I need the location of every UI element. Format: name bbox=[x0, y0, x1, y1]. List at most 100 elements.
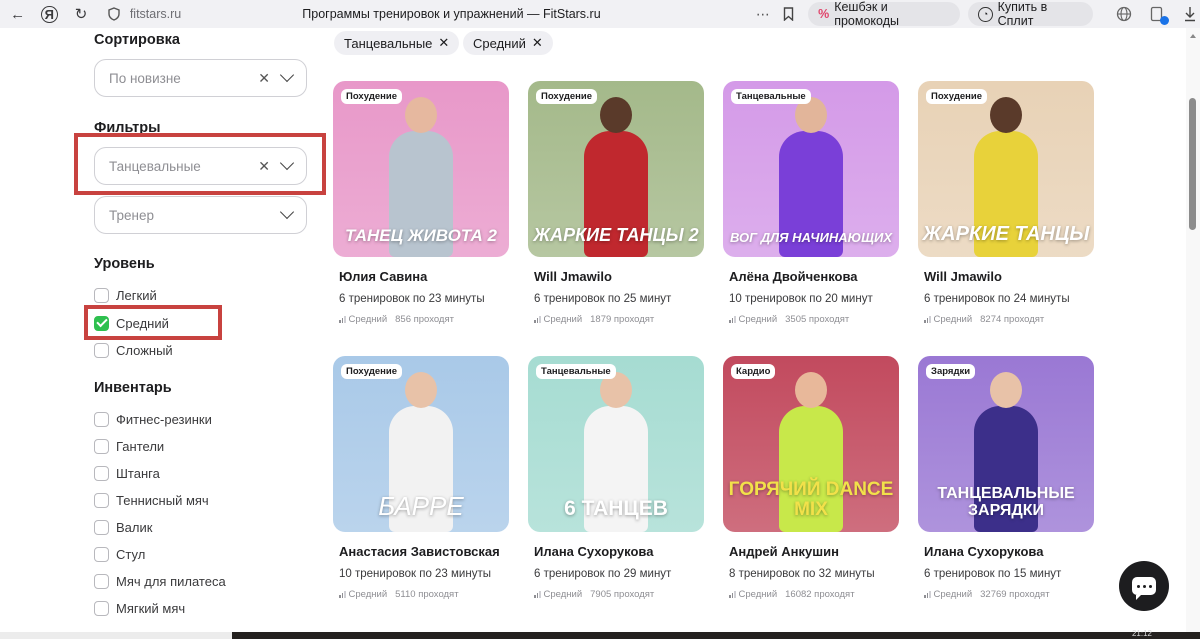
checkbox-icon[interactable] bbox=[94, 573, 109, 589]
trainer-name[interactable]: Илана Сухорукова bbox=[534, 544, 653, 559]
checkbox-icon[interactable] bbox=[94, 519, 109, 535]
level-bars-icon bbox=[924, 591, 931, 598]
checkbox-icon[interactable] bbox=[94, 438, 109, 454]
program-cover[interactable]: Зарядки ТАНЦЕВАЛЬНЫЕ ЗАРЯДКИ bbox=[918, 356, 1094, 532]
level-meta: Средний 32769 проходят bbox=[924, 589, 1050, 600]
chip-label: Средний bbox=[473, 35, 526, 51]
program-cover[interactable]: Кардио ГОРЯЧИЙ DANCE MIX bbox=[723, 356, 899, 532]
shield-icon[interactable] bbox=[105, 4, 124, 24]
level-bars-icon bbox=[339, 316, 346, 323]
category-value: Танцевальные bbox=[109, 158, 201, 174]
trainer-name[interactable]: Алёна Двойченкова bbox=[729, 269, 858, 284]
inventory-checkbox[interactable]: Штанга bbox=[94, 463, 160, 483]
checkbox-icon[interactable] bbox=[94, 465, 109, 481]
checkbox-icon[interactable] bbox=[94, 342, 109, 358]
split-button[interactable]: ◔ Купить в Сплит bbox=[968, 0, 1093, 28]
more-dots-icon[interactable]: ⋯ bbox=[754, 4, 773, 24]
clear-sort-icon[interactable]: ✕ bbox=[258, 70, 270, 87]
trainer-select[interactable]: Тренер bbox=[94, 196, 307, 234]
trainer-head bbox=[405, 97, 437, 133]
sort-select[interactable]: По новизне ✕ bbox=[94, 59, 307, 97]
inventory-checkbox[interactable]: Мяч для пилатеса bbox=[94, 571, 226, 591]
level-meta: Средний 16082 проходят bbox=[729, 589, 855, 600]
inventory-label: Стул bbox=[116, 546, 146, 562]
checkbox-icon[interactable] bbox=[94, 411, 109, 427]
checkbox-icon[interactable] bbox=[94, 546, 109, 562]
level-text: Средний bbox=[543, 314, 583, 325]
chevron-down-icon[interactable] bbox=[279, 155, 295, 171]
scrollbar-thumb[interactable] bbox=[1189, 98, 1196, 230]
filter-chip-category[interactable]: Танцевальные ✕ bbox=[334, 31, 460, 55]
download-icon[interactable] bbox=[1181, 4, 1200, 24]
cover-title: ТАНЕЦ ЖИВОТА 2 bbox=[344, 226, 497, 246]
inventory-label: Валик bbox=[116, 519, 153, 535]
support-chat-button[interactable] bbox=[1119, 561, 1169, 611]
program-cover[interactable]: Танцевальные 6 ТАНЦЕВ bbox=[528, 356, 704, 532]
trainer-name[interactable]: Will Jmawilo bbox=[534, 269, 612, 284]
checkbox-icon[interactable] bbox=[94, 492, 109, 508]
back-arrow-icon[interactable]: ← bbox=[8, 4, 27, 24]
percent-icon: % bbox=[818, 7, 830, 21]
split-icon: ◔ bbox=[978, 6, 993, 22]
level-text: Средний bbox=[933, 314, 973, 325]
program-cover[interactable]: Танцевальные ВОГ ДЛЯ НАЧИНАЮЩИХ bbox=[723, 81, 899, 257]
category-tag: Кардио bbox=[731, 364, 776, 379]
globe-icon[interactable] bbox=[1115, 4, 1134, 24]
checkbox-icon[interactable] bbox=[94, 600, 109, 616]
cover-title: БАРРЕ bbox=[378, 490, 464, 521]
reload-icon[interactable]: ↻ bbox=[72, 4, 91, 24]
bookmark-icon[interactable] bbox=[779, 4, 798, 24]
inventory-checkbox[interactable]: Гантели bbox=[94, 436, 164, 456]
remove-chip-icon[interactable]: ✕ bbox=[438, 35, 449, 51]
checkbox-icon[interactable] bbox=[94, 287, 109, 303]
sessions-info: 6 тренировок по 15 минут bbox=[924, 568, 1062, 580]
level-checkbox-easy[interactable]: Легкий bbox=[94, 285, 157, 305]
category-select[interactable]: Танцевальные ✕ bbox=[94, 147, 307, 185]
level-bars-icon bbox=[729, 316, 736, 323]
trainer-name[interactable]: Юлия Савина bbox=[339, 269, 427, 284]
program-cover[interactable]: Похудение ТАНЕЦ ЖИВОТА 2 bbox=[333, 81, 509, 257]
cashback-label: Кешбэк и промокоды bbox=[834, 0, 899, 28]
trainer-name[interactable]: Анастасия Завистовская bbox=[339, 544, 500, 559]
checkbox-checked-icon[interactable] bbox=[94, 315, 109, 331]
level-checkbox-hard[interactable]: Сложный bbox=[94, 340, 173, 360]
level-meta: Средний 8274 проходят bbox=[924, 314, 1044, 325]
chip-label: Танцевальные bbox=[344, 35, 433, 51]
inventory-checkbox[interactable]: Стул bbox=[94, 544, 145, 564]
cover-title: ЖАРКИЕ ТАНЦЫ bbox=[922, 223, 1090, 245]
clear-category-icon[interactable]: ✕ bbox=[258, 158, 270, 175]
inventory-checkbox[interactable]: Фитнес-резинки bbox=[94, 409, 212, 429]
taskbar-search-area[interactable] bbox=[0, 632, 232, 639]
chevron-down-icon[interactable] bbox=[279, 204, 295, 220]
level-checkbox-medium[interactable]: Средний bbox=[94, 313, 169, 333]
inventory-checkbox[interactable]: Мягкий мяч bbox=[94, 598, 185, 618]
program-cover[interactable]: Похудение БАРРЕ bbox=[333, 356, 509, 532]
scroll-up-arrow-icon[interactable] bbox=[1190, 34, 1196, 38]
program-cover[interactable]: Похудение ЖАРКИЕ ТАНЦЫ bbox=[918, 81, 1094, 257]
category-tag: Похудение bbox=[341, 364, 403, 379]
cover-title: ЖАРКИЕ ТАНЦЫ 2 bbox=[533, 225, 699, 246]
inventory-heading: Инвентарь bbox=[94, 380, 172, 396]
address-domain[interactable]: fitstars.ru bbox=[130, 7, 235, 21]
yandex-logo-icon[interactable]: Я bbox=[41, 5, 58, 23]
inventory-label: Гантели bbox=[116, 438, 165, 454]
inventory-label: Теннисный мяч bbox=[116, 492, 209, 508]
remove-chip-icon[interactable]: ✕ bbox=[532, 35, 543, 51]
chevron-down-icon[interactable] bbox=[279, 67, 295, 83]
extension-icon[interactable] bbox=[1148, 4, 1169, 25]
category-tag: Похудение bbox=[926, 89, 988, 104]
trainer-name[interactable]: Will Jmawilo bbox=[924, 269, 1002, 284]
inventory-checkbox[interactable]: Валик bbox=[94, 517, 152, 537]
inventory-checkbox[interactable]: Теннисный мяч bbox=[94, 490, 209, 510]
trainer-head bbox=[405, 372, 437, 408]
chat-bubble-icon bbox=[1132, 577, 1156, 600]
trainer-name[interactable]: Андрей Анкушин bbox=[729, 544, 839, 559]
sessions-info: 6 тренировок по 24 минуты bbox=[924, 293, 1070, 305]
level-label: Сложный bbox=[116, 342, 173, 358]
category-tag: Похудение bbox=[341, 89, 403, 104]
trainer-name[interactable]: Илана Сухорукова bbox=[924, 544, 1043, 559]
page-scrollbar[interactable] bbox=[1186, 28, 1200, 632]
filter-chip-level[interactable]: Средний ✕ bbox=[463, 31, 553, 55]
cashback-button[interactable]: % Кешбэк и промокоды bbox=[808, 0, 961, 28]
program-cover[interactable]: Похудение ЖАРКИЕ ТАНЦЫ 2 bbox=[528, 81, 704, 257]
